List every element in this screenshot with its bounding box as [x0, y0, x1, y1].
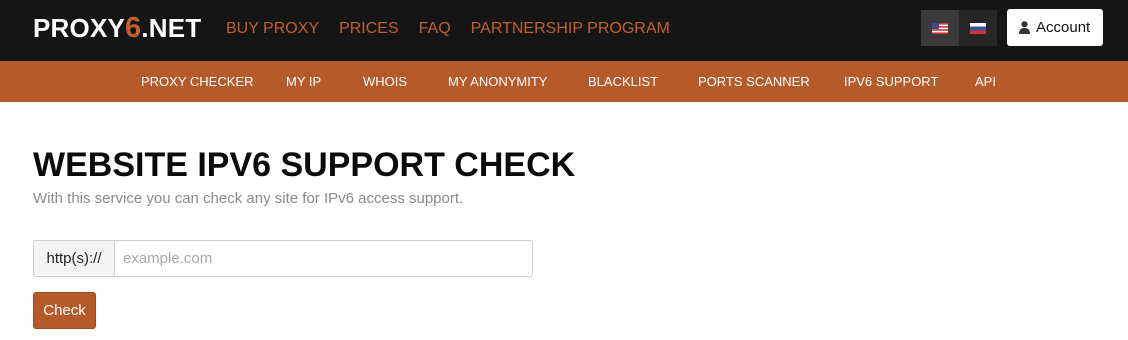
logo-suffix: .NET	[141, 13, 202, 43]
lang-ru-button[interactable]	[959, 10, 997, 46]
tool-link-ipv6-support[interactable]: IPV6 SUPPORT	[844, 74, 938, 89]
tool-link-proxy-checker[interactable]: PROXY CHECKER	[141, 74, 253, 89]
main-nav: BUY PROXY PRICES FAQ PARTNERSHIP PROGRAM	[226, 19, 670, 39]
account-button[interactable]: Account	[1007, 9, 1103, 46]
protocol-prefix: http(s)://	[33, 240, 114, 277]
account-label: Account	[1036, 19, 1091, 36]
website-url-input[interactable]	[114, 240, 533, 277]
tool-link-whois[interactable]: WHOIS	[363, 74, 407, 89]
tool-link-ports-scanner[interactable]: PORTS SCANNER	[698, 74, 810, 89]
tool-link-my-anonymity[interactable]: MY ANONYMITY	[448, 74, 547, 89]
check-button[interactable]: Check	[33, 292, 96, 329]
url-input-group: http(s)://	[33, 240, 533, 277]
nav-link-buy-proxy[interactable]: BUY PROXY	[226, 19, 319, 39]
lang-en-button[interactable]	[921, 10, 959, 46]
nav-link-faq[interactable]: FAQ	[419, 19, 451, 39]
nav-link-partnership-program[interactable]: PARTNERSHIP PROGRAM	[471, 19, 670, 39]
tool-link-blacklist[interactable]: BLACKLIST	[588, 74, 658, 89]
nav-link-prices[interactable]: PRICES	[339, 19, 399, 39]
user-icon	[1019, 21, 1030, 34]
page-title: WEBSITE IPV6 SUPPORT CHECK	[33, 146, 576, 184]
logo-prefix: PROXY	[33, 13, 126, 43]
ru-flag-icon	[970, 22, 986, 34]
logo-accent: 6	[125, 12, 142, 44]
top-header: PROXY6.NET BUY PROXY PRICES FAQ PARTNERS…	[0, 0, 1128, 61]
site-logo[interactable]: PROXY6.NET	[33, 13, 201, 43]
tool-link-api[interactable]: API	[975, 74, 996, 89]
tool-link-my-ip[interactable]: MY IP	[286, 74, 321, 89]
tools-nav: PROXY CHECKER MY IP WHOIS MY ANONYMITY B…	[0, 61, 1128, 102]
language-switcher	[921, 10, 997, 46]
us-flag-icon	[932, 22, 948, 34]
page-subtitle: With this service you can check any site…	[33, 190, 464, 207]
